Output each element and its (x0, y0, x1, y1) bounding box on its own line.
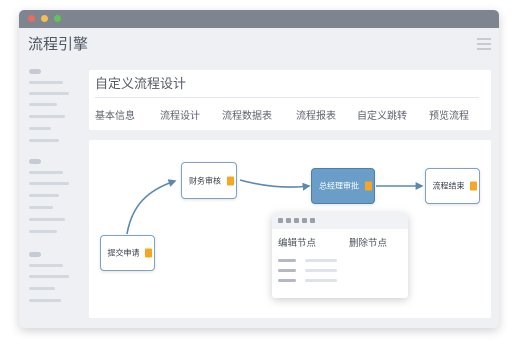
sidebar-item-placeholder[interactable] (29, 275, 69, 278)
sidebar-item-placeholder[interactable] (29, 81, 63, 84)
sidebar-item-placeholder[interactable] (29, 92, 69, 95)
sidebar-item-placeholder[interactable] (29, 182, 69, 185)
hamburger-menu-icon[interactable] (477, 38, 491, 50)
node-handle-icon[interactable] (470, 181, 477, 191)
property-value-placeholder (305, 259, 337, 262)
divider (95, 97, 479, 98)
toolbar-dot-icon[interactable] (302, 218, 307, 223)
header-panel: 自定义流程设计 基本信息 流程设计 流程数据表 流程报表 自定义跳转 预览流程 (89, 70, 491, 130)
sidebar-item-placeholder[interactable] (29, 139, 59, 142)
sidebar-item-placeholder[interactable] (29, 103, 57, 106)
sidebar-item-placeholder[interactable] (29, 115, 65, 118)
close-window-dot[interactable] (28, 15, 35, 22)
node-handle-icon[interactable] (145, 248, 152, 258)
tab-flow-design[interactable]: 流程设计 (160, 107, 200, 122)
tab-flow-report[interactable]: 流程报表 (296, 107, 336, 122)
sidebar-item-placeholder[interactable] (29, 218, 65, 221)
sidebar-item-placeholder[interactable] (29, 287, 55, 290)
property-value-placeholder (305, 279, 337, 282)
toolbar-dot-icon[interactable] (278, 218, 283, 223)
property-value-placeholder (305, 269, 337, 272)
sidebar-item-placeholder[interactable] (29, 230, 57, 233)
sidebar-item-placeholder[interactable] (29, 206, 53, 209)
sidebar-item-placeholder[interactable] (29, 171, 63, 174)
maximize-window-dot[interactable] (54, 15, 61, 22)
sidebar-group-marker (29, 252, 41, 257)
node-handle-icon[interactable] (365, 181, 372, 191)
flow-node-finance-review[interactable]: 财务审核 (181, 162, 237, 199)
sidebar-group-marker (29, 159, 41, 164)
toolbar-dot-icon[interactable] (310, 218, 315, 223)
sidebar-item-placeholder[interactable] (29, 127, 51, 130)
property-key-placeholder (278, 269, 296, 272)
property-key-placeholder (278, 279, 296, 282)
sidebar-item-placeholder[interactable] (29, 194, 59, 197)
page-title: 自定义流程设计 (95, 77, 187, 92)
flow-node-submit[interactable]: 提交申请 (100, 235, 155, 271)
sidebar (19, 66, 79, 328)
toolbar-dot-icon[interactable] (294, 218, 299, 223)
node-handle-icon[interactable] (227, 176, 234, 185)
tab-preview-flow[interactable]: 预览流程 (429, 107, 469, 122)
flow-node-manager-approval[interactable]: 总经理审批 (311, 168, 375, 204)
tab-custom-jump[interactable]: 自定义跳转 (357, 107, 407, 122)
toolbar-dot-icon[interactable] (286, 218, 291, 223)
sidebar-item-placeholder[interactable] (29, 264, 63, 267)
tab-basic-info[interactable]: 基本信息 (95, 107, 135, 122)
edit-node-button[interactable]: 编辑节点 (278, 235, 316, 249)
node-context-menu: 编辑节点 删除节点 (272, 213, 408, 298)
title-bar (19, 10, 499, 28)
sidebar-group-marker (29, 69, 41, 74)
delete-node-button[interactable]: 删除节点 (349, 235, 387, 249)
context-menu-header (272, 213, 408, 229)
flow-node-end[interactable]: 流程结束 (425, 168, 480, 204)
tab-flow-data-table[interactable]: 流程数据表 (222, 107, 272, 122)
app-title: 流程引擎 (28, 35, 89, 53)
sidebar-item-placeholder[interactable] (29, 299, 61, 302)
minimize-window-dot[interactable] (41, 15, 48, 22)
property-key-placeholder (278, 259, 296, 262)
